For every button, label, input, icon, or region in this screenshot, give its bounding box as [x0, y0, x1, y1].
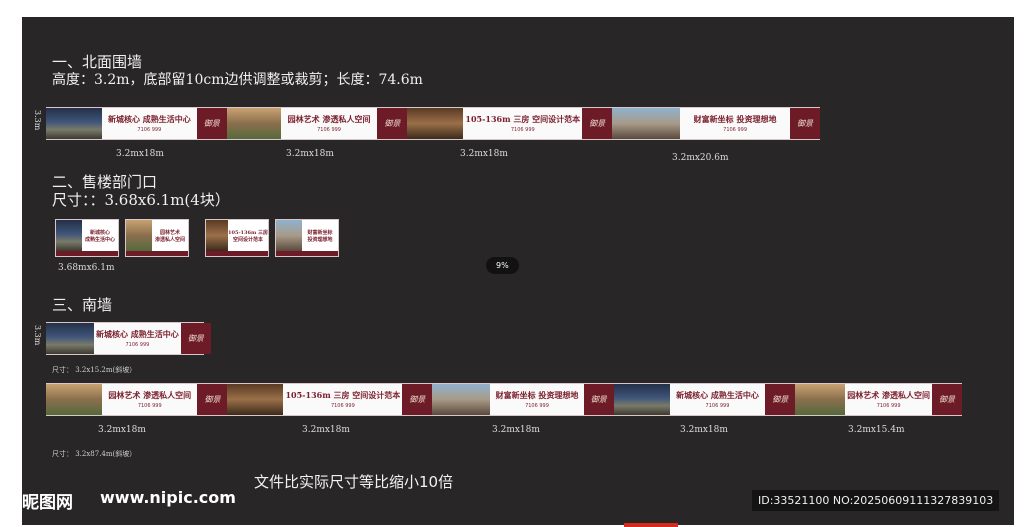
brand-logo: 御景: [582, 108, 613, 139]
north-panel: 财富新坐标 投资理想地 7106 999 御景: [612, 108, 820, 139]
building-photo: [46, 323, 94, 354]
panel-slogan: 园林艺术 渗透私人空间: [287, 114, 371, 124]
nipic-watermark-url: www.nipic.com: [100, 488, 236, 507]
panel-caption: 3.2mx18m: [680, 425, 728, 435]
panel-phone: 7106 999: [330, 403, 355, 409]
panel-slogan: 105-136m 三房 空间设计范本: [465, 114, 581, 124]
entrance-board: 新城核心 成熟生活中心: [55, 219, 119, 257]
panel-slogan: 园林艺术 渗透私人空间: [108, 390, 192, 400]
nipic-watermark-cn: 昵图网: [22, 493, 73, 513]
south-panel: 园林艺术 渗透私人空间 7106 999 御景: [46, 384, 228, 415]
entrance-board: 财富新坐标 投资理想地: [275, 219, 339, 257]
south-panel: 财富新坐标 投资理想地 7106 999 御景: [432, 384, 614, 415]
scale-note: 文件比实际尺寸等比缩小10倍: [254, 473, 454, 491]
panel-caption: 3.2mx18m: [492, 425, 540, 435]
document-canvas: 一、北面围墙 高度：3.2m，底部留10cm边供调整或裁剪；长度：74.6m 3…: [22, 17, 1014, 525]
brand-logo: 御景: [197, 384, 228, 415]
brand-logo: 御景: [180, 323, 211, 354]
panel-slogan: 新城核心 成熟生活中心: [96, 329, 179, 339]
red-tab-decoration: [624, 523, 678, 527]
interior-photo: [407, 108, 464, 139]
panel-phone: 7106 999: [525, 403, 549, 409]
garden-photo: [226, 108, 281, 139]
brand-logo: 御景: [765, 384, 796, 415]
street-photo: [612, 108, 681, 139]
garden-photo: [795, 384, 846, 415]
south-wall-total-size: 尺寸： 3.2x87.4m(斜坡）: [52, 450, 137, 458]
street-photo: [432, 384, 491, 415]
interior-photo: [206, 220, 229, 251]
panel-caption: 3.2mx18m: [460, 149, 508, 159]
panel-phone: 7106 999: [317, 127, 341, 133]
panel-slogan: 105-136m 三房 空间设计范本: [285, 390, 401, 400]
garden-photo: [126, 220, 152, 251]
section2-spec: 尺寸：：3.68x6.1m(4块）: [52, 191, 230, 209]
image-id-bar: ID:33521100 NO:20250609111327839103: [752, 490, 1000, 511]
brand-logo: 御景: [583, 384, 614, 415]
section3-title: 三、南墙: [52, 296, 113, 314]
panel-caption: 3.2mx20.6m: [672, 153, 729, 163]
north-panel: 105-136m 三房 空间设计范本 7106 999 御景: [407, 108, 613, 139]
panel-caption: 3.2mx18m: [302, 425, 350, 435]
street-photo: [276, 220, 302, 251]
panel-caption: 3.2mx18m: [286, 149, 334, 159]
section1-side-label: 3.3m: [33, 110, 42, 131]
south-panel: 105-136m 三房 空间设计范本 7106 999 御景: [227, 384, 433, 415]
panel-phone: 7106 999: [876, 403, 901, 409]
panel-slogan: 园林艺术 渗透私人空间: [847, 390, 931, 400]
garden-photo: [46, 384, 102, 415]
north-panel: 园林艺术 渗透私人空间 7106 999 御景: [226, 108, 408, 139]
south-wall-banner: 园林艺术 渗透私人空间 7106 999 御景 105-136m 三房 空间设计范…: [46, 383, 963, 416]
panel-phone: 7106 999: [137, 127, 162, 133]
entrance-board: 105-136m 三房 空间设计范本: [205, 219, 269, 257]
panel-slogan: 财富新坐标 投资理想地: [693, 114, 777, 124]
panel-phone: 7106 999: [125, 342, 150, 348]
panel-slogan: 财富新坐标 投资理想地: [495, 390, 579, 400]
panel-phone: 7106 999: [137, 403, 162, 409]
entrance-board: 园林艺术 渗透私人空间: [125, 219, 189, 257]
panel-caption: 3.2mx15.4m: [848, 425, 905, 435]
south-panel: 新城核心 成熟生活中心 7106 999 御景: [613, 384, 796, 415]
brand-logo: 御景: [377, 108, 408, 139]
panel-caption: 3.2mx18m: [116, 149, 164, 159]
panel-caption: 3.2mx18m: [98, 425, 146, 435]
building-photo: [56, 220, 82, 251]
panel-phone: 7106 999: [510, 127, 535, 133]
building-photo: [46, 108, 102, 139]
south-panel: 园林艺术 渗透私人空间 7106 999 御景: [795, 384, 963, 415]
panel-phone: 7106 999: [705, 403, 730, 409]
brand-logo: 御景: [932, 384, 963, 415]
building-photo: [613, 384, 670, 415]
north-panel: 新城核心 成熟生活中心 7106 999 御景: [46, 108, 227, 139]
brand-logo: 御景: [196, 108, 227, 139]
panel-slogan: 新城核心 成熟生活中心: [107, 114, 191, 124]
brand-logo: 御景: [402, 384, 433, 415]
zoom-level-badge: 9%: [486, 257, 519, 274]
section3-side-label: 3.3m: [33, 325, 42, 346]
interior-photo: [227, 384, 284, 415]
panel-phone: 7106 999: [723, 127, 747, 133]
south-wall-single-banner: 新城核心 成熟生活中心 7106 999 御景: [46, 322, 211, 355]
entrance-caption: 3.68mx6.1m: [58, 263, 115, 273]
brand-logo: 御景: [789, 108, 820, 139]
section1-spec: 高度：3.2m，底部留10cm边供调整或裁剪；长度：74.6m: [52, 72, 423, 88]
panel-slogan: 新城核心 成熟生活中心: [676, 390, 759, 400]
north-wall-banner: 新城核心 成熟生活中心 7106 999 御景 园林艺术 渗透私人空间 7106 9…: [46, 107, 820, 140]
single-banner-size: 尺寸： 3.2x15.2m(斜坡）: [52, 366, 137, 374]
